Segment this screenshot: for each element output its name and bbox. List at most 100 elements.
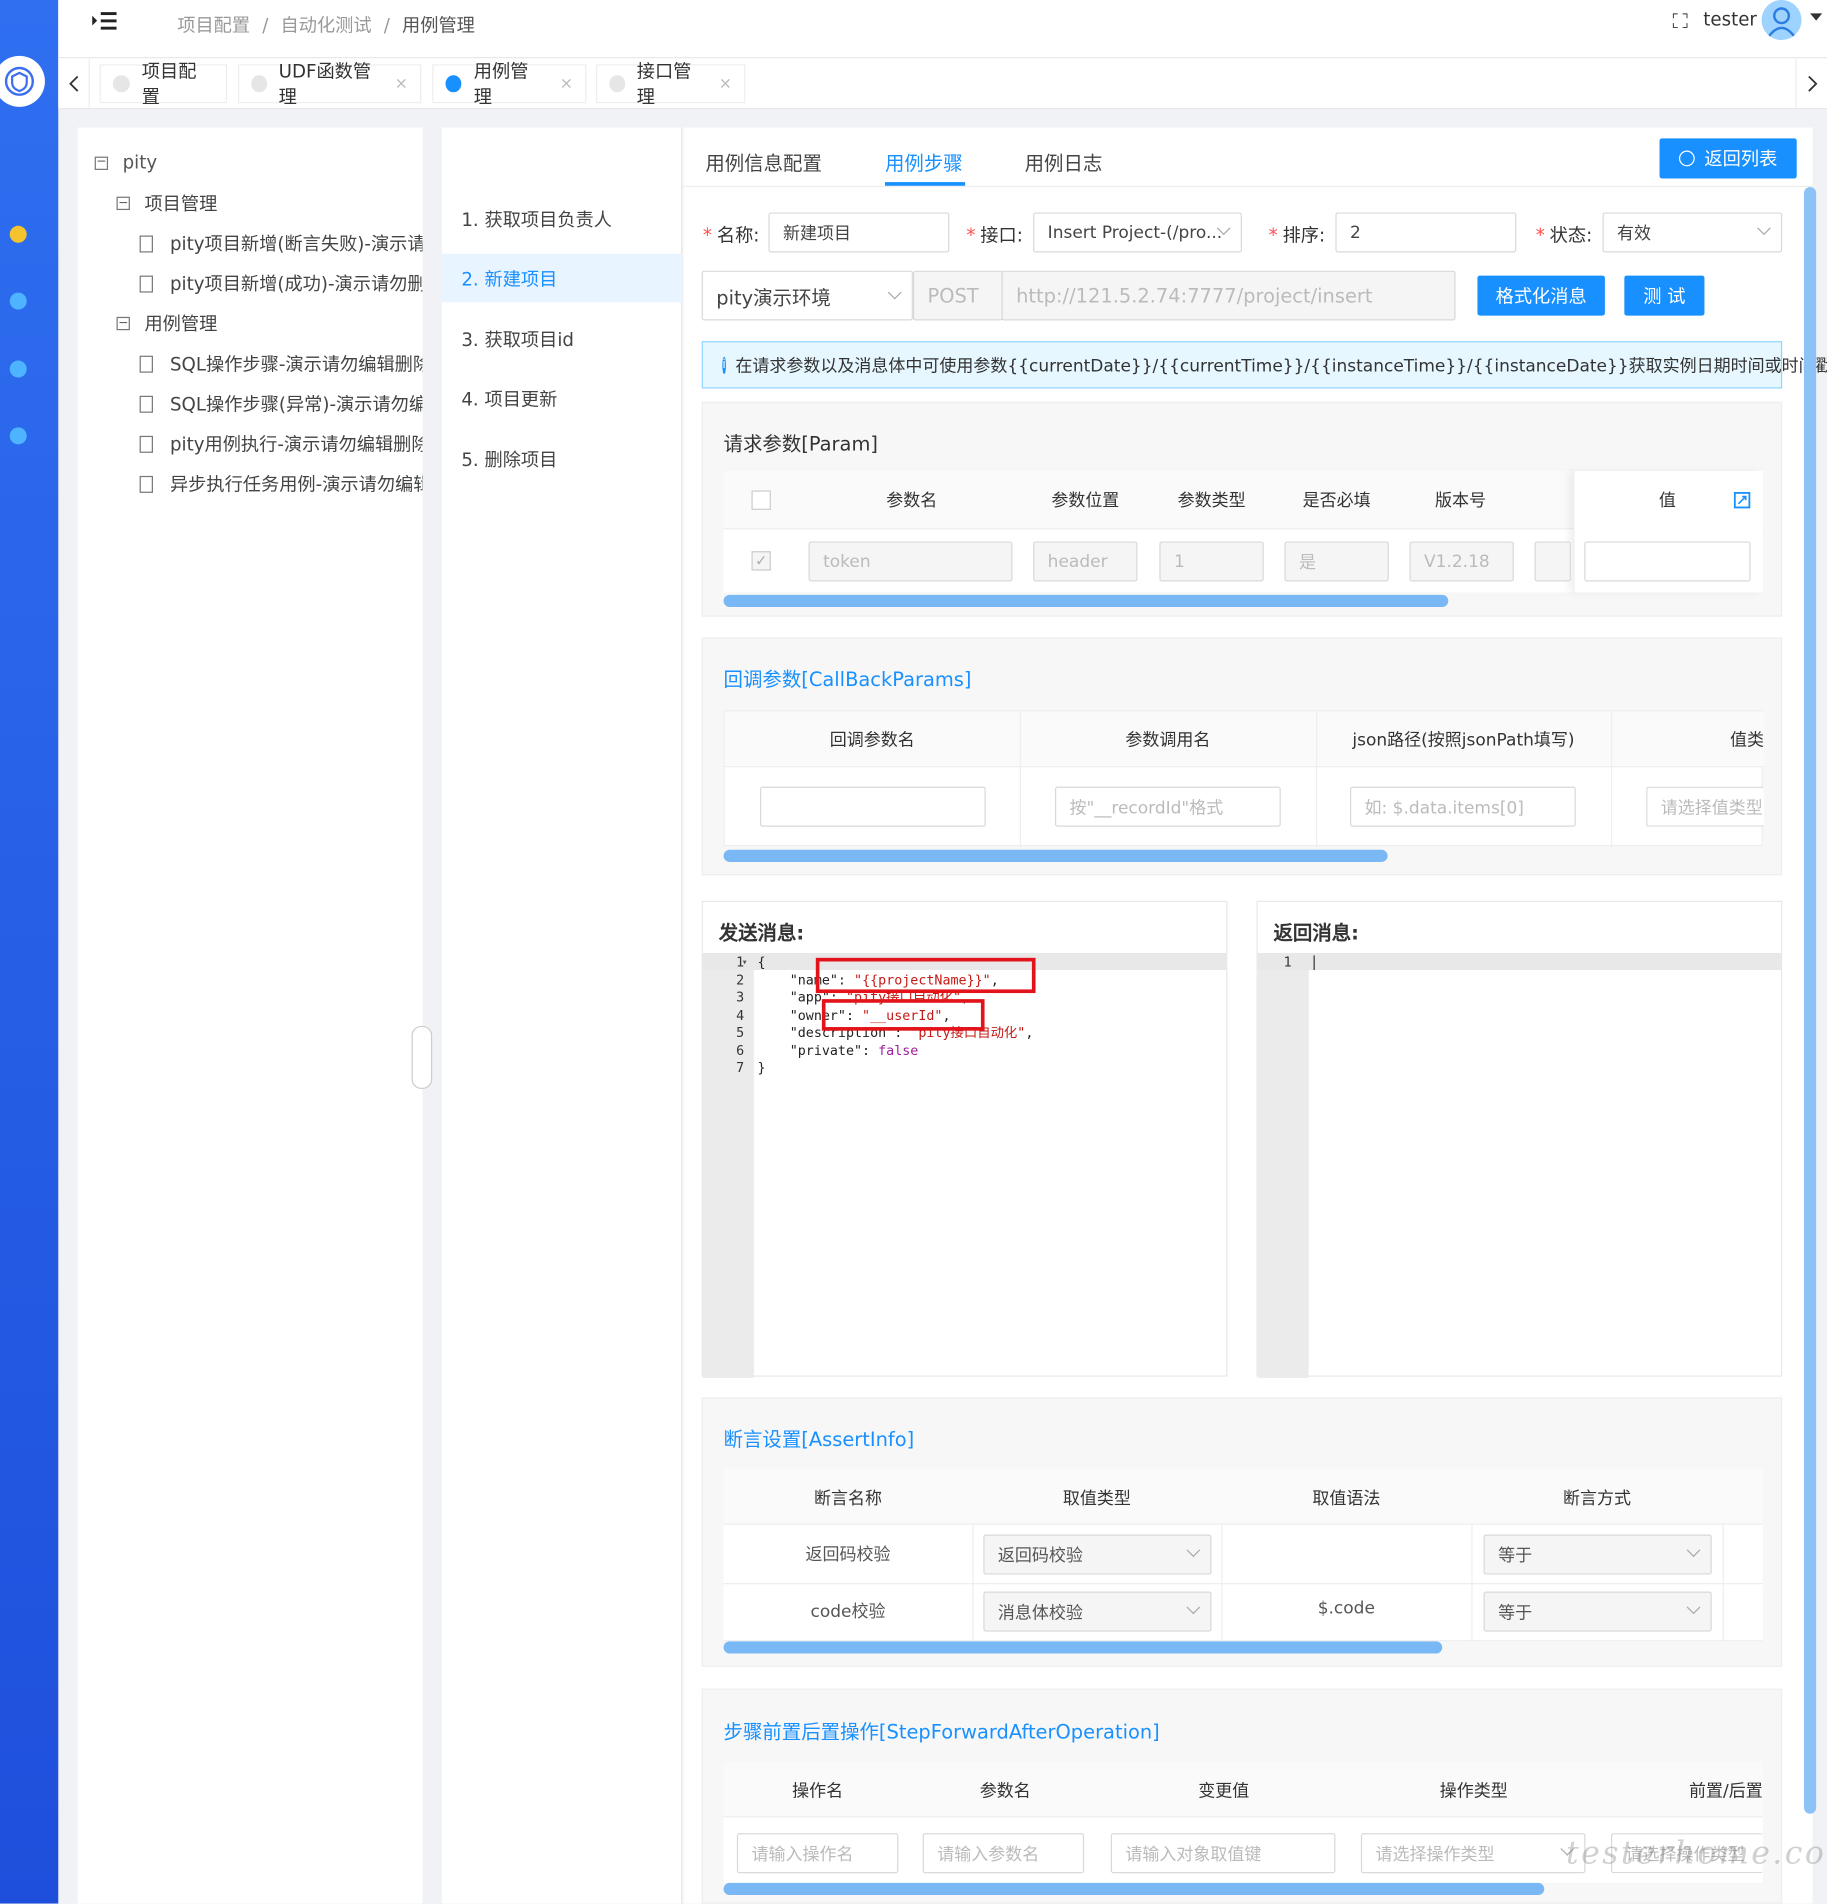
return-message-panel: 返回消息: 1 xyxy=(1256,900,1783,1378)
step-name-input[interactable]: 新建项目 xyxy=(768,212,950,253)
fold-arrow-icon[interactable]: ▾ xyxy=(742,954,748,972)
label-text: 名称: xyxy=(716,224,760,247)
tree-leaf[interactable]: 异步执行任务用例-演示请勿编辑 xyxy=(139,471,422,496)
tab-scroll-left[interactable] xyxy=(58,58,90,109)
assert-method-select[interactable]: 等于 xyxy=(1483,1534,1712,1575)
select-value: pity演示环境 xyxy=(716,285,831,309)
assert-method-select[interactable]: 等于 xyxy=(1483,1591,1712,1632)
param-name-input[interactable]: 请输入参数名 xyxy=(922,1833,1085,1874)
breadcrumb-item[interactable]: 自动化测试 xyxy=(281,12,372,37)
nav-dot-4[interactable] xyxy=(9,427,27,445)
order-input[interactable]: 2 xyxy=(1335,212,1517,253)
value-type-select[interactable]: 请选择值类型 xyxy=(1646,786,1764,827)
callback-name-input[interactable] xyxy=(759,786,986,827)
tree-leaf[interactable]: pity项目新增(成功)-演示请勿删除 xyxy=(139,271,422,296)
step-item[interactable]: 1. 获取项目负责人 xyxy=(442,194,682,243)
vertical-scrollbar[interactable] xyxy=(1804,186,1817,1814)
tab-case-log[interactable]: 用例日志 xyxy=(1025,147,1103,176)
tree-leaf[interactable]: SQL操作步骤(异常)-演示请勿编辑 xyxy=(139,391,423,416)
tree-group[interactable]: − 用例管理 xyxy=(116,311,217,336)
fullscreen-icon[interactable] xyxy=(1672,13,1688,28)
select-all-checkbox[interactable] xyxy=(751,490,771,510)
horizontal-scrollbar[interactable] xyxy=(723,849,1388,862)
param-name-input: token xyxy=(808,541,1013,582)
collapse-icon[interactable]: − xyxy=(116,197,130,211)
tree-root[interactable]: − pity xyxy=(94,152,157,174)
change-value-input[interactable]: 请输入对象取值键 xyxy=(1110,1833,1336,1874)
row-checkbox-checked[interactable]: ✓ xyxy=(751,551,771,571)
nav-dot-3[interactable] xyxy=(9,360,27,378)
tab-label: 用例管理 xyxy=(473,60,529,109)
collapse-icon[interactable]: − xyxy=(94,155,109,170)
active-line xyxy=(1257,952,1781,970)
editor-gutter xyxy=(1257,952,1309,1378)
tree-leaf[interactable]: SQL操作步骤-演示请勿编辑删除( xyxy=(139,351,423,376)
code-editor[interactable] xyxy=(1309,970,1781,1378)
test-button[interactable]: 测 试 xyxy=(1624,275,1705,316)
tree-leaf-label: pity项目新增(断言失败)-演示请勿 xyxy=(169,233,423,255)
code-line: } xyxy=(757,1059,766,1076)
nav-dot-2[interactable] xyxy=(9,292,27,310)
step-item[interactable]: 4. 项目更新 xyxy=(442,374,682,423)
column-header: 前置/后置 xyxy=(1689,1782,1763,1802)
tree-leaf[interactable]: pity用例执行-演示请勿编辑删除( xyxy=(139,431,422,456)
operation-title: 步骤前置后置操作[StepForwardAfterOperation] xyxy=(723,1720,1160,1744)
callback-call-name-input[interactable]: 按"__recordId"格式 xyxy=(1054,786,1281,827)
col-divider xyxy=(1471,1524,1473,1642)
select-placeholder: 请选择操作类型 xyxy=(1375,1844,1495,1865)
tab-udf[interactable]: UDF函数管理 × xyxy=(237,61,422,108)
username[interactable]: tester xyxy=(1703,8,1757,30)
collapse-icon[interactable]: − xyxy=(116,317,130,331)
operation-name-input[interactable]: 请输入操作名 xyxy=(736,1833,899,1874)
tab-scroll-right[interactable] xyxy=(1795,58,1827,109)
horizontal-scrollbar[interactable] xyxy=(723,1882,1545,1896)
horizontal-scrollbar[interactable] xyxy=(723,1641,1443,1654)
step-item[interactable]: 5. 删除项目 xyxy=(442,435,682,484)
nav-dot-1[interactable] xyxy=(9,225,27,243)
tab-case-manage[interactable]: 用例管理 × xyxy=(432,61,587,108)
json-path-input[interactable]: 如: $.data.items[0] xyxy=(1349,786,1576,827)
tab-dot xyxy=(609,75,625,93)
caret-down-icon[interactable] xyxy=(1810,13,1823,21)
value-type-select[interactable]: 返回码校验 xyxy=(983,1534,1212,1575)
chevron-down-icon xyxy=(1186,1600,1201,1615)
tab-case-steps[interactable]: 用例步骤 xyxy=(885,147,963,176)
breadcrumb-item[interactable]: 项目配置 xyxy=(177,12,250,37)
param-value-input[interactable] xyxy=(1584,541,1751,582)
tree-leaf[interactable]: pity项目新增(断言失败)-演示请勿 xyxy=(139,231,423,256)
close-icon[interactable]: × xyxy=(560,75,573,93)
back-to-list-button[interactable]: 返回列表 xyxy=(1659,138,1797,179)
divider xyxy=(683,185,1813,187)
select-value: 消息体校验 xyxy=(997,1603,1083,1623)
tree-group[interactable]: − 项目管理 xyxy=(116,191,217,216)
tab-case-info[interactable]: 用例信息配置 xyxy=(705,147,822,176)
env-select[interactable]: pity演示环境 xyxy=(701,270,913,321)
chevron-right-icon xyxy=(1807,75,1817,92)
assert-title: 断言设置[AssertInfo] xyxy=(723,1427,915,1451)
tab-api-manage[interactable]: 接口管理 × xyxy=(596,61,746,108)
avatar[interactable] xyxy=(1761,0,1802,41)
column-settings-icon[interactable] xyxy=(1733,491,1751,509)
param-type-input: 1 xyxy=(1159,541,1264,582)
assert-table: 断言名称 取值类型 取值语法 断言方式 返回码校验 返回码校验 等于 code校… xyxy=(723,1468,1763,1642)
close-icon[interactable]: × xyxy=(395,75,408,93)
close-icon[interactable]: × xyxy=(719,75,732,93)
panel-resize-handle[interactable] xyxy=(411,1025,433,1089)
param-extra-input xyxy=(1534,541,1571,582)
user-icon xyxy=(1767,7,1796,38)
menu-fold-icon[interactable] xyxy=(91,10,118,34)
step-item-selected[interactable]: 2. 新建项目 xyxy=(441,253,683,303)
chevron-down-icon xyxy=(1186,1543,1201,1558)
tree-leaf-label: SQL操作步骤-演示请勿编辑删除( xyxy=(169,353,423,376)
tree-leaf-label: SQL操作步骤(异常)-演示请勿编辑 xyxy=(169,393,423,416)
api-select[interactable]: Insert Project-(/pro... xyxy=(1033,212,1242,253)
operation-type-select[interactable]: 请选择操作类型 xyxy=(1360,1833,1586,1874)
format-message-button[interactable]: 格式化消息 xyxy=(1477,275,1605,316)
step-item[interactable]: 3. 获取项目id xyxy=(442,314,682,363)
value-type-select[interactable]: 消息体校验 xyxy=(983,1591,1212,1632)
chevron-down-icon xyxy=(887,285,902,300)
tab-project-config[interactable]: 项目配置 xyxy=(99,61,228,108)
line-numbers: 1 2 3 4 5 6 7 xyxy=(736,954,745,1076)
horizontal-scrollbar[interactable] xyxy=(723,594,1449,607)
status-select[interactable]: 有效 xyxy=(1602,212,1783,253)
